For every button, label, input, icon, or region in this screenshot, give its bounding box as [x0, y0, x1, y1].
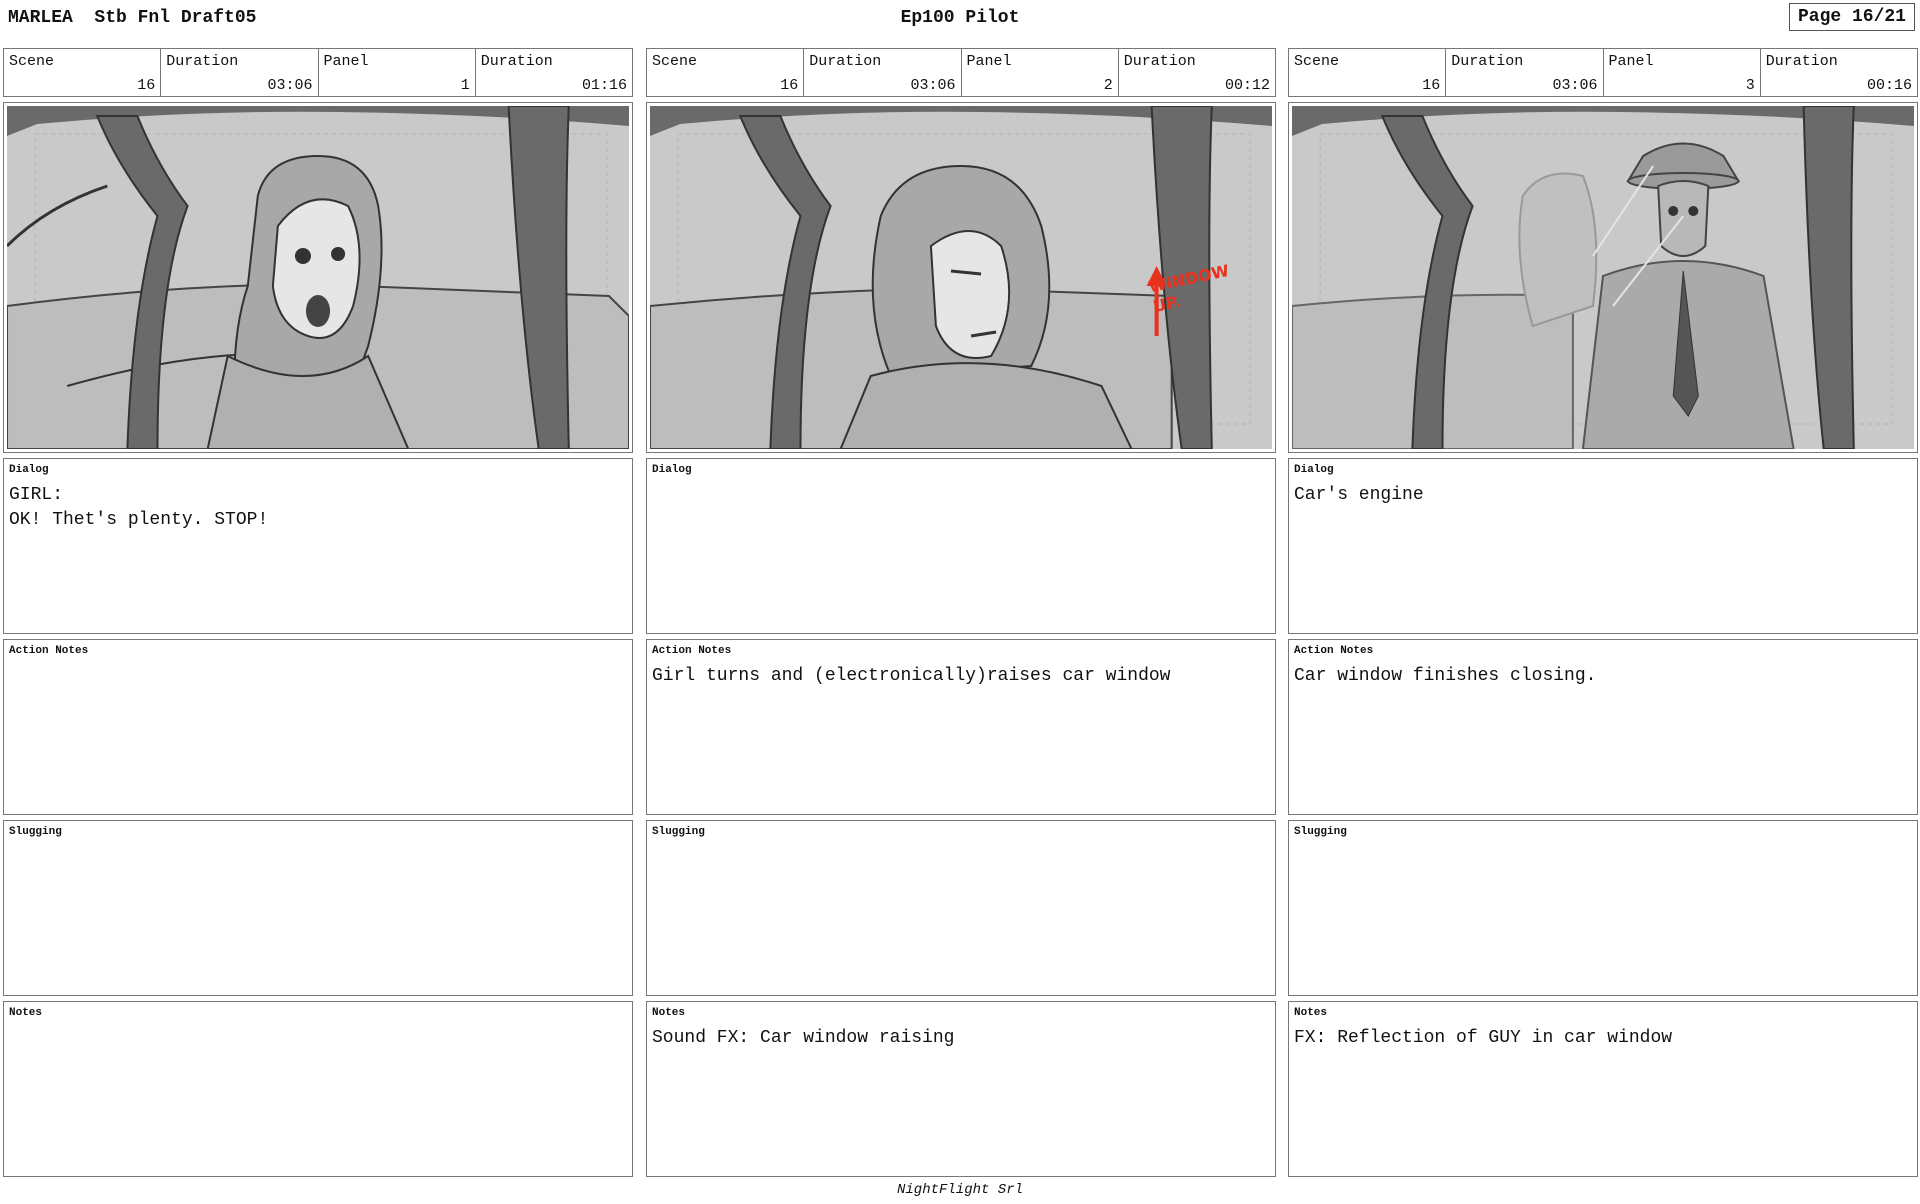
panel-cell: Panel 1 — [319, 49, 476, 96]
panel-meta-row: Scene 16 Duration 03:06 Panel 2 Duration 00:… — [646, 48, 1276, 97]
slugging-label: Slugging — [652, 826, 705, 838]
scene-duration-cell: Duration 03:06 — [804, 49, 962, 96]
duration-label: Duration — [809, 53, 882, 70]
duration-label: Duration — [166, 53, 239, 70]
scene-duration-value: 03:06 — [267, 77, 313, 94]
panel-value: 3 — [1745, 77, 1755, 94]
storyboard-frame — [3, 102, 633, 453]
scene-duration-value: 03:06 — [910, 77, 956, 94]
scene-cell: Scene 16 — [647, 49, 805, 96]
duration-label: Duration — [1451, 53, 1524, 70]
scene-label: Scene — [1294, 53, 1340, 70]
action-notes-box: Action Notes Car window finishes closing… — [1288, 639, 1918, 815]
sketch-image — [1292, 106, 1914, 449]
panel-meta-row: Scene 16 Duration 03:06 Panel 1 Duration 01:… — [3, 48, 633, 97]
dialog-box: Dialog Car's engine — [1288, 458, 1918, 634]
panel-column-3: Scene 16 Duration 03:06 Panel 3 Duration 00:… — [1288, 48, 1918, 1178]
action-notes-box: Action Notes Girl turns and (electronica… — [646, 639, 1276, 815]
duration-label: Duration — [1123, 53, 1196, 70]
dialog-label: Dialog — [1294, 464, 1334, 476]
dialog-label: Dialog — [9, 464, 49, 476]
scene-value: 16 — [1422, 77, 1441, 94]
storyboard-frame — [1288, 102, 1918, 453]
action-notes-box: Action Notes — [3, 639, 633, 815]
panel-label: Panel — [1608, 53, 1654, 70]
action-notes-label: Action Notes — [1294, 645, 1374, 657]
action-notes-text: Car window finishes closing. — [1294, 666, 1597, 686]
panel-value: 1 — [460, 77, 470, 94]
notes-box: Notes FX: Reflection of GUY in car windo… — [1288, 1001, 1918, 1177]
sketch-image: WINDOW UP. — [650, 106, 1272, 449]
notes-label: Notes — [652, 1007, 686, 1019]
panel-value: 2 — [1103, 77, 1113, 94]
panel-duration-cell: Duration 00:12 — [1119, 49, 1275, 96]
slugging-box: Slugging — [3, 820, 633, 996]
panel-cell: Panel 2 — [962, 49, 1119, 96]
panel-duration-value: 00:16 — [1866, 77, 1912, 94]
episode-title: Ep100 Pilot — [900, 8, 1020, 28]
duration-label: Duration — [1765, 53, 1838, 70]
notes-box: Notes — [3, 1001, 633, 1177]
scene-value: 16 — [137, 77, 156, 94]
slugging-label: Slugging — [1294, 826, 1347, 838]
scene-duration-cell: Duration 03:06 — [161, 49, 319, 96]
scene-label: Scene — [652, 53, 698, 70]
panel-column-2: Scene 16 Duration 03:06 Panel 2 Duration 00:… — [646, 48, 1276, 1178]
action-notes-label: Action Notes — [652, 645, 732, 657]
panel-cell: Panel 3 — [1604, 49, 1761, 96]
scene-value: 16 — [780, 77, 799, 94]
panel-label: Panel — [323, 53, 369, 70]
scene-duration-value: 03:06 — [1552, 77, 1598, 94]
panel-duration-cell: Duration 00:16 — [1761, 49, 1917, 96]
dialog-text: GIRL: OK! Thet's plenty. STOP! — [9, 485, 269, 530]
scene-cell: Scene 16 — [1289, 49, 1447, 96]
dialog-label: Dialog — [652, 464, 692, 476]
sketch-image — [7, 106, 629, 449]
slugging-box: Slugging — [646, 820, 1276, 996]
guy-reflection-sketch — [1292, 106, 1914, 449]
action-notes-text: Girl turns and (electronically)raises ca… — [652, 666, 1171, 686]
dialog-box: Dialog — [646, 458, 1276, 634]
studio-footer: NightFlight Srl — [896, 1182, 1024, 1198]
notes-label: Notes — [9, 1007, 43, 1019]
scene-duration-cell: Duration 03:06 — [1446, 49, 1604, 96]
panel-duration-value: 00:12 — [1224, 77, 1270, 94]
page-header: MARLEA Stb Fnl Draft05 Ep100 Pilot Page … — [0, 0, 1920, 40]
dialog-text: Car's engine — [1294, 485, 1424, 505]
dialog-box: Dialog GIRL: OK! Thet's plenty. STOP! — [3, 458, 633, 634]
panel-meta-row: Scene 16 Duration 03:06 Panel 3 Duration 00:… — [1288, 48, 1918, 97]
storyboard-frame: WINDOW UP. — [646, 102, 1276, 453]
duration-label: Duration — [480, 53, 553, 70]
scene-cell: Scene 16 — [4, 49, 162, 96]
panel-duration-value: 01:16 — [581, 77, 627, 94]
notes-box: Notes Sound FX: Car window raising — [646, 1001, 1276, 1177]
slugging-box: Slugging — [1288, 820, 1918, 996]
action-notes-label: Action Notes — [9, 645, 89, 657]
notes-text: FX: Reflection of GUY in car window — [1294, 1028, 1673, 1048]
panel-duration-cell: Duration 01:16 — [476, 49, 632, 96]
slugging-label: Slugging — [9, 826, 62, 838]
page-number: Page 16/21 — [1788, 3, 1915, 31]
girl-in-car-sketch — [7, 106, 629, 449]
panel-label: Panel — [966, 53, 1012, 70]
notes-label: Notes — [1294, 1007, 1328, 1019]
notes-text: Sound FX: Car window raising — [652, 1028, 955, 1048]
scene-label: Scene — [9, 53, 55, 70]
panel-column-1: Scene 16 Duration 03:06 Panel 1 Duration 01:… — [3, 48, 633, 1178]
